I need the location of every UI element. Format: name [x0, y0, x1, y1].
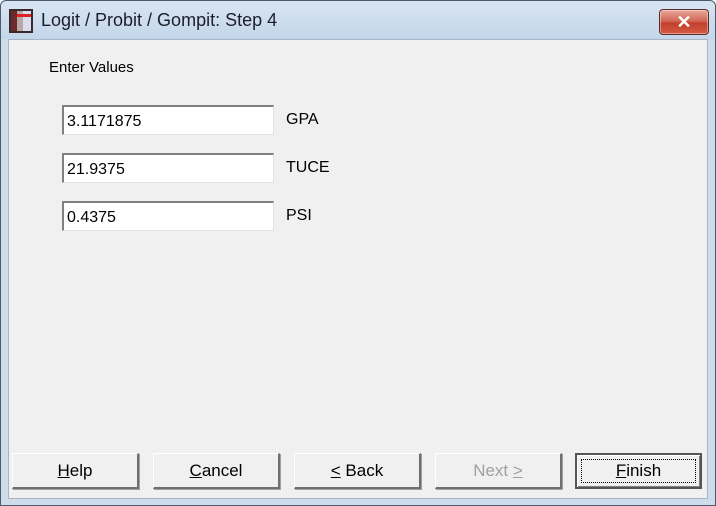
- gpa-input[interactable]: [62, 105, 274, 135]
- window-title: Logit / Probit / Gompit: Step 4: [41, 10, 278, 30]
- help-button[interactable]: Help: [12, 453, 139, 489]
- dialog-window: Logit / Probit / Gompit: Step 4 ✕ Enter …: [0, 0, 716, 506]
- next-mnemonic: >: [512, 460, 523, 480]
- gpa-label: GPA: [286, 111, 319, 128]
- section-label: Enter Values: [49, 59, 134, 76]
- help-mnemonic: H: [57, 460, 70, 480]
- close-icon: ✕: [676, 11, 692, 32]
- close-button[interactable]: ✕: [659, 9, 709, 35]
- dialog-body: Enter Values GPA TUCE PSI Help Cancel < …: [8, 39, 708, 499]
- tuce-label: TUCE: [286, 159, 330, 176]
- cancel-mnemonic: C: [189, 460, 202, 480]
- app-icon: [9, 9, 33, 33]
- tuce-input[interactable]: [62, 153, 274, 183]
- back-label: Back: [340, 460, 384, 480]
- next-label: Next: [473, 460, 513, 480]
- psi-input[interactable]: [62, 201, 274, 231]
- finish-button[interactable]: Finish: [575, 453, 702, 489]
- help-label: elp: [69, 460, 93, 480]
- psi-label: PSI: [286, 207, 312, 224]
- focus-ring: [581, 459, 696, 483]
- back-mnemonic: <: [330, 460, 341, 480]
- next-button[interactable]: Next >: [435, 453, 562, 489]
- back-button[interactable]: < Back: [294, 453, 421, 489]
- cancel-button[interactable]: Cancel: [153, 453, 280, 489]
- cancel-label: ancel: [201, 460, 243, 480]
- title-bar[interactable]: Logit / Probit / Gompit: Step 4 ✕: [1, 1, 715, 39]
